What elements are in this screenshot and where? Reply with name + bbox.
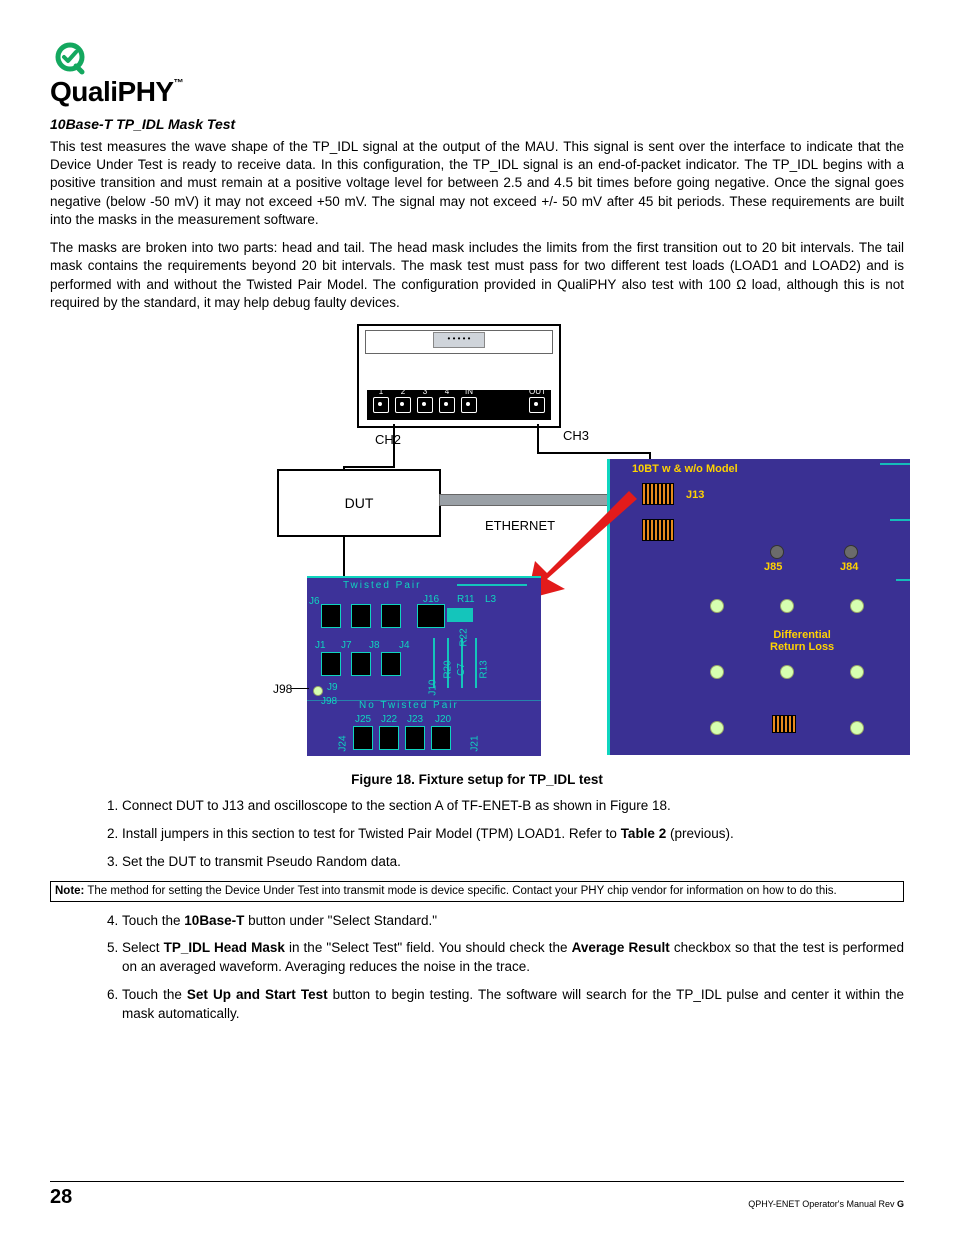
scope-port: 4 [439, 387, 455, 416]
step-item: Touch the Set Up and Start Test button t… [122, 986, 904, 1024]
note-box: Note: The method for setting the Device … [50, 881, 904, 902]
label-ch3: CH3 [563, 428, 589, 443]
page-footer: 28 QPHY-ENET Operator's Manual Rev G [50, 1181, 904, 1209]
steps-list-b: Touch the 10Base-T button under "Select … [50, 912, 904, 1024]
figure-18: • • • • • 1234IN OUT CH2 CH3 DUT ETHERNE… [217, 324, 737, 787]
scope-port: 1 [373, 387, 389, 416]
scope-port: IN [461, 387, 477, 416]
brand-logo: QualiPHY™ [50, 40, 904, 108]
dut-box: DUT [277, 469, 441, 537]
step-item: Connect DUT to J13 and oscilloscope to t… [122, 797, 904, 816]
brand-name: QualiPHY™ [50, 76, 904, 108]
label-j98: J98 [273, 682, 292, 696]
steps-list-a: Connect DUT to J13 and oscilloscope to t… [50, 797, 904, 872]
oscilloscope: • • • • • 1234IN OUT [357, 324, 561, 428]
scope-port: OUT [529, 387, 545, 416]
label-ch2: CH2 [375, 432, 401, 447]
scope-port: 3 [417, 387, 433, 416]
footer-right: QPHY-ENET Operator's Manual Rev G [748, 1199, 904, 1209]
page-number: 28 [50, 1186, 72, 1209]
paragraph: The masks are broken into two parts: hea… [50, 239, 904, 312]
figure-caption: Figure 18. Fixture setup for TP_IDL test [217, 772, 737, 787]
step-item: Set the DUT to transmit Pseudo Random da… [122, 853, 904, 872]
scope-port: 2 [395, 387, 411, 416]
qualiphy-icon [50, 40, 90, 80]
fixture-board: 10BT w & w/o Model J13 J85 J84 Different… [607, 459, 910, 755]
paragraph: This test measures the wave shape of the… [50, 138, 904, 229]
step-item: Install jumpers in this section to test … [122, 825, 904, 844]
section-title: 10Base-T TP_IDL Mask Test [50, 116, 904, 132]
twisted-pair-subboard: Twisted Pair J6 J16 R11 L3 J1 J7 J8 J4 [307, 576, 541, 756]
page: QualiPHY™ 10Base-T TP_IDL Mask Test This… [0, 0, 954, 1235]
step-item: Touch the 10Base-T button under "Select … [122, 912, 904, 931]
step-item: Select TP_IDL Head Mask in the "Select T… [122, 939, 904, 977]
